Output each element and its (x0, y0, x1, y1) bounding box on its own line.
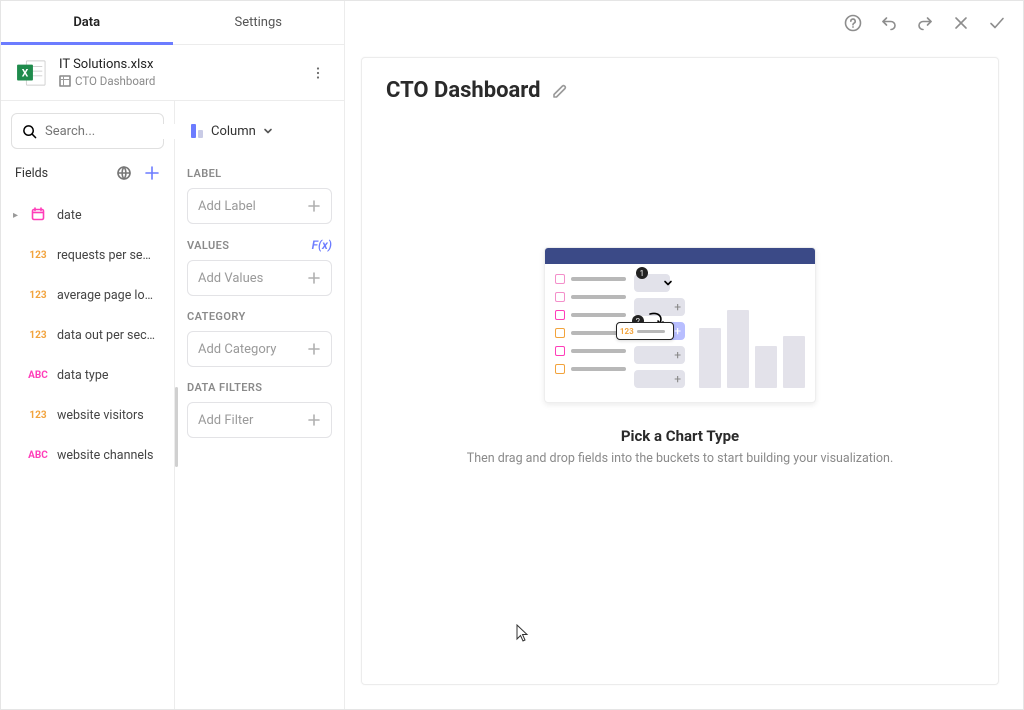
field-name: website channels (57, 448, 154, 463)
file-sheet: CTO Dashboard (59, 74, 306, 88)
app-root: Data Settings X IT Solutions.xlsx (0, 0, 1024, 710)
undo-button[interactable] (875, 9, 903, 37)
dashboard-title-row: CTO Dashboard (362, 58, 998, 107)
confirm-button[interactable] (983, 9, 1011, 37)
field-name: data type (57, 368, 109, 383)
plus-icon (307, 342, 321, 356)
bucket-values: VALUES F(x) Add Values (187, 238, 332, 296)
field-item[interactable]: ▸123data out per sec… (1, 315, 174, 355)
field-name: date (57, 208, 82, 223)
left-panel: Data Settings X IT Solutions.xlsx (1, 1, 345, 709)
bucket-category-drop[interactable]: Add Category (187, 331, 332, 367)
bucket-label-drop[interactable]: Add Label (187, 188, 332, 224)
field-item[interactable]: ▸ date (1, 195, 174, 235)
field-name: average page lo… (57, 288, 153, 303)
field-name: requests per se… (57, 248, 151, 263)
file-row: X IT Solutions.xlsx CTO Dashboard (1, 45, 344, 101)
dashboard-title: CTO Dashboard (386, 78, 541, 103)
excel-file-icon: X (17, 59, 47, 87)
sheet-name: CTO Dashboard (75, 74, 155, 88)
more-vertical-icon (311, 66, 325, 80)
calendar-icon (31, 207, 45, 221)
top-action-bar (345, 1, 1023, 45)
fields-header-label: Fields (15, 166, 112, 181)
close-icon (953, 15, 969, 31)
fields-list: ▸ date ▸123requests per se…▸123average pag… (1, 189, 174, 475)
plus-icon (307, 199, 321, 213)
field-item[interactable]: ▸123website visitors (1, 395, 174, 435)
bucket-label-placeholder: Add Label (198, 199, 307, 214)
fields-header: Fields (1, 161, 174, 189)
bucket-values-drop[interactable]: Add Values (187, 260, 332, 296)
bucket-filters: DATA FILTERS Add Filter (187, 381, 332, 438)
search-icon (22, 124, 37, 139)
redo-button[interactable] (911, 9, 939, 37)
plus-icon (144, 165, 160, 181)
bucket-category-title: CATEGORY (187, 310, 332, 323)
empty-state-subtitle: Then drag and drop fields into the bucke… (467, 451, 894, 466)
tab-settings[interactable]: Settings (173, 1, 345, 44)
plus-icon (307, 271, 321, 285)
bucket-label: LABEL Add Label (187, 167, 332, 224)
field-item[interactable]: ▸123average page lo… (1, 275, 174, 315)
empty-state-title: Pick a Chart Type (621, 427, 739, 445)
empty-state-illustration: 1 + 2 123 + (544, 247, 816, 403)
file-more-button[interactable] (306, 61, 330, 85)
close-button[interactable] (947, 9, 975, 37)
search-box[interactable] (11, 113, 164, 149)
field-item[interactable]: ▸ABCdata type (1, 355, 174, 395)
field-name: data out per sec… (57, 328, 155, 343)
field-item[interactable]: ▸123requests per se… (1, 235, 174, 275)
bucket-category-placeholder: Add Category (198, 342, 307, 357)
dashboard-stage: CTO Dashboard (361, 57, 999, 685)
column-chart-icon (191, 124, 203, 138)
check-icon (988, 14, 1006, 32)
bucket-values-title: VALUES (187, 239, 312, 252)
chart-type-label: Column (211, 124, 256, 139)
chart-type-selector[interactable]: Column (185, 113, 334, 149)
sheet-icon (59, 75, 71, 87)
bucket-filters-drop[interactable]: Add Filter (187, 402, 332, 438)
fields-column: Fields ▸ date ▸123requests per se…▸123aver… (1, 101, 175, 709)
chevron-down-icon (663, 278, 673, 288)
empty-state: 1 + 2 123 + (362, 107, 998, 684)
chevron-right-icon: ▸ (13, 210, 23, 221)
tab-bar: Data Settings (1, 1, 344, 45)
scroll-indicator (175, 387, 178, 467)
edit-title-button[interactable] (551, 82, 569, 100)
add-field-button[interactable] (140, 161, 164, 185)
field-name: website visitors (57, 408, 144, 423)
file-name: IT Solutions.xlsx (59, 57, 306, 72)
buckets-column: Column LABEL Add Label VALUES F(x) (175, 101, 344, 709)
tab-data[interactable]: Data (1, 1, 173, 44)
plus-icon (307, 413, 321, 427)
undo-icon (880, 14, 898, 32)
svg-text:X: X (22, 66, 29, 79)
redo-icon (916, 14, 934, 32)
help-icon (844, 14, 862, 32)
cursor-icon (516, 624, 530, 642)
bucket-filters-placeholder: Add Filter (198, 413, 307, 428)
bucket-category: CATEGORY Add Category (187, 310, 332, 367)
main-panel: CTO Dashboard (345, 1, 1023, 709)
globe-icon (116, 165, 132, 181)
bucket-filters-title: DATA FILTERS (187, 381, 332, 394)
chevron-down-icon (262, 125, 274, 137)
bucket-label-title: LABEL (187, 167, 332, 180)
field-item[interactable]: ▸ABCwebsite channels (1, 435, 174, 475)
help-button[interactable] (839, 9, 867, 37)
bucket-values-placeholder: Add Values (198, 271, 307, 286)
fields-settings-button[interactable] (112, 161, 136, 185)
fx-button[interactable]: F(x) (312, 238, 332, 252)
panel-columns: Fields ▸ date ▸123requests per se…▸123aver… (1, 101, 344, 709)
